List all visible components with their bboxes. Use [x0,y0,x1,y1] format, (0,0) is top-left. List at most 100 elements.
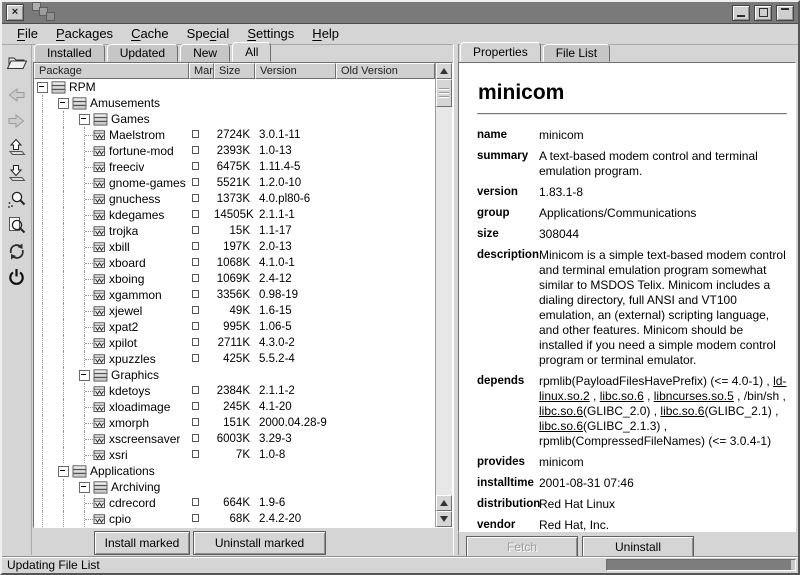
tree-row[interactable]: xscreensaver6003K3.29-3 [34,431,435,447]
tree-row[interactable]: gnuchess1373K4.0.pl80-6 [34,191,435,207]
tab-properties[interactable]: Properties [460,42,541,62]
uninstall-button[interactable]: Uninstall [582,536,694,558]
tree-row[interactable]: xsri7K1.0-8 [34,447,435,463]
tree-row[interactable]: xgammon3356K0.98-19 [34,287,435,303]
tab-file-list[interactable]: File List [543,44,610,62]
expander-icon[interactable] [79,482,90,493]
menu-item-settings[interactable]: Settings [238,25,303,43]
tree-row[interactable]: xboing1069K2.4-12 [34,271,435,287]
dependency-link[interactable]: libncurses.so.5 [654,389,734,403]
titlebar[interactable]: × [2,2,798,24]
tree-row[interactable]: xpuzzles425K5.5.2-4 [34,351,435,367]
unmarked-checkbox[interactable] [192,274,199,282]
close-icon[interactable]: × [6,4,24,21]
power-quit-icon[interactable] [4,265,30,289]
inspect-magnifier-icon[interactable] [4,213,30,237]
mark-uninstall-down-icon[interactable] [4,161,30,185]
unmarked-checkbox[interactable] [192,354,199,362]
unmarked-checkbox[interactable] [192,386,199,394]
tree-row[interactable]: xbill197K2.0-13 [34,239,435,255]
unmarked-checkbox[interactable] [192,338,199,346]
dependency-link[interactable]: libc.so.6 [539,419,583,433]
expander-icon[interactable] [58,98,69,109]
unmarked-checkbox[interactable] [192,178,199,186]
expander-icon[interactable] [79,114,90,125]
tree-row[interactable]: Maelstrom2724K3.0.1-11 [34,127,435,143]
scrollbar-track[interactable] [436,107,452,495]
scroll-up2-icon[interactable] [436,495,452,511]
tree-row[interactable]: Graphics [34,367,435,383]
tree-row[interactable]: cpio68K2.4.2-20 [34,511,435,527]
fetch-button[interactable]: Fetch [466,536,578,558]
column-header-old-version[interactable]: Old Version [336,63,435,79]
refresh-icon[interactable] [4,239,30,263]
mark-install-up-icon[interactable] [4,135,30,159]
tree-row[interactable]: fortune-mod2393K1.0-13 [34,143,435,159]
unmarked-checkbox[interactable] [192,194,199,202]
tree-row[interactable]: kdetoys2384K2.1.1-2 [34,383,435,399]
arrow-right-icon[interactable] [4,109,30,133]
expander-icon[interactable] [58,466,69,477]
tree-row[interactable]: RPM [34,79,435,95]
unmarked-checkbox[interactable] [192,450,199,458]
unmarked-checkbox[interactable] [192,258,199,266]
tree-row[interactable]: xpilot2711K4.3.0-2 [34,335,435,351]
shade-icon[interactable] [776,5,794,21]
uninstall-marked-button[interactable]: Uninstall marked [193,531,326,555]
tree-scrollbar[interactable] [435,63,452,527]
minimize-icon[interactable] [732,5,750,21]
tree-row[interactable]: Games [34,111,435,127]
expander-icon[interactable] [79,370,90,381]
maximize-icon[interactable] [754,5,772,21]
tree-row[interactable]: gnome-games5521K1.2.0-10 [34,175,435,191]
expander-icon[interactable] [37,82,48,93]
tab-new[interactable]: New [180,44,230,62]
find-new-magnifier-icon[interactable] [4,187,30,211]
unmarked-checkbox[interactable] [192,498,199,506]
dependency-link[interactable]: libc.so.6 [600,389,644,403]
unmarked-checkbox[interactable] [192,226,199,234]
install-marked-button[interactable]: Install marked [94,531,190,555]
unmarked-checkbox[interactable] [192,418,199,426]
unmarked-checkbox[interactable] [192,162,199,170]
unmarked-checkbox[interactable] [192,306,199,314]
tree-row[interactable]: xjewel49K1.6-15 [34,303,435,319]
unmarked-checkbox[interactable] [192,322,199,330]
tab-all[interactable]: All [232,42,271,62]
dependency-link[interactable]: libc.so.6 [539,404,583,418]
menu-item-packages[interactable]: Packages [47,25,122,43]
unmarked-checkbox[interactable] [192,242,199,250]
scrollbar-thumb[interactable] [436,79,452,107]
tree-row[interactable]: xmorph151K2000.04.28-9 [34,415,435,431]
tree-row[interactable]: Archiving [34,479,435,495]
tree-row[interactable]: kdegames14505K2.1.1-1 [34,207,435,223]
open-folder-icon[interactable] [4,49,30,73]
column-header-package[interactable]: Package [34,63,189,79]
unmarked-checkbox[interactable] [192,210,199,218]
scroll-down-icon[interactable] [436,511,452,527]
dependency-link[interactable]: libc.so.6 [660,404,704,418]
unmarked-checkbox[interactable] [192,146,199,154]
menu-item-help[interactable]: Help [303,25,348,43]
menu-item-file[interactable]: File [8,25,47,43]
unmarked-checkbox[interactable] [192,130,199,138]
tree-row[interactable]: Amusements [34,95,435,111]
unmarked-checkbox[interactable] [192,290,199,298]
tab-updated[interactable]: Updated [107,44,178,62]
unmarked-checkbox[interactable] [192,514,199,522]
column-header-mark[interactable]: Mark [189,63,214,79]
tree-row[interactable]: cdrecord664K1.9-6 [34,495,435,511]
tab-installed[interactable]: Installed [34,44,105,62]
column-header-version[interactable]: Version [255,63,336,79]
menu-item-cache[interactable]: Cache [122,25,178,43]
tree-row[interactable]: Applications [34,463,435,479]
scroll-up-icon[interactable] [436,63,452,79]
tree-row[interactable]: xpat2995K1.06-5 [34,319,435,335]
tree-row[interactable]: xboard1068K4.1.0-1 [34,255,435,271]
unmarked-checkbox[interactable] [192,434,199,442]
tree-row[interactable]: trojka15K1.1-17 [34,223,435,239]
tree-row[interactable]: freeciv6475K1.11.4-5 [34,159,435,175]
unmarked-checkbox[interactable] [192,402,199,410]
column-header-size[interactable]: Size [214,63,255,79]
menu-item-special[interactable]: Special [178,25,239,43]
